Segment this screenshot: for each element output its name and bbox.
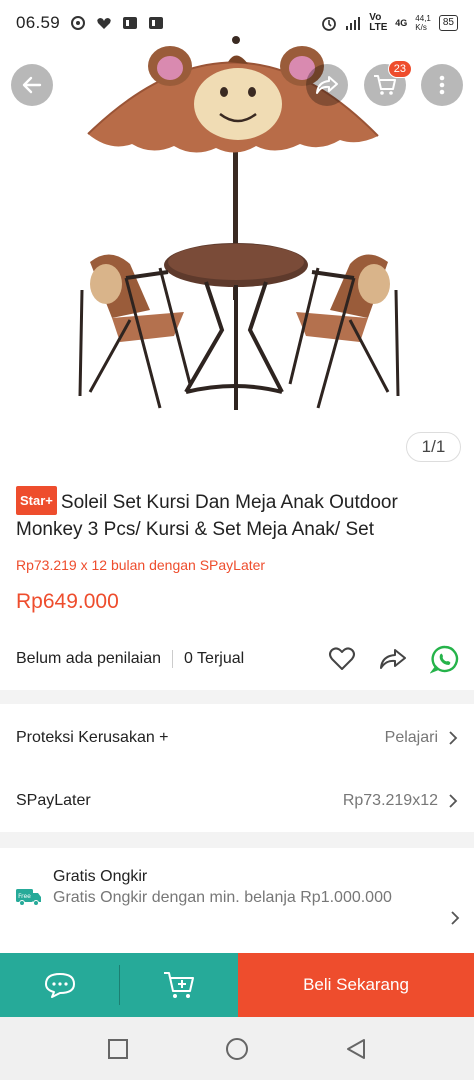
chat-notification-icon — [71, 16, 86, 30]
cart-button[interactable]: 23 — [364, 60, 412, 106]
section-divider — [0, 832, 474, 848]
spaylater-value: Rp73.219x12 — [342, 792, 438, 809]
share-product-icon[interactable] — [378, 646, 408, 672]
cart-count-badge: 23 — [387, 60, 412, 78]
home-icon[interactable] — [225, 1037, 249, 1061]
chat-icon — [44, 973, 75, 998]
back-button[interactable] — [11, 64, 53, 106]
battery-indicator: 85 — [438, 15, 458, 31]
chevron-right-icon — [449, 794, 458, 808]
status-bar: 06.59 Vo LTE 4G 44,1 K/s 85 — [0, 0, 474, 46]
section-divider — [0, 690, 474, 704]
protection-row[interactable]: Proteksi Kerusakan + Pelajari — [0, 707, 474, 769]
system-nav-bar — [0, 1017, 474, 1080]
bottom-action-bar: Beli Sekarang — [0, 953, 474, 1017]
heart-notification-icon — [97, 18, 111, 29]
signal-icon — [346, 17, 361, 30]
stats-divider — [172, 650, 173, 668]
chevron-right-icon — [451, 911, 460, 925]
arrow-left-icon — [22, 76, 42, 94]
more-vertical-icon — [439, 75, 445, 95]
star-plus-badge: Star+ — [16, 486, 57, 515]
spaylater-label: SPayLater — [16, 792, 91, 809]
protection-value: Pelajari — [384, 729, 438, 746]
network-speed: 44,1 K/s — [415, 14, 431, 32]
app-notification-icon-2 — [149, 17, 164, 29]
product-title: Soleil Set Kursi Dan Meja Anak Outdoor M… — [16, 492, 398, 540]
image-counter: 1/1 — [406, 432, 461, 462]
back-nav-icon[interactable] — [345, 1038, 367, 1060]
product-price: Rp649.000 — [16, 590, 119, 613]
free-shipping-truck-icon: Free — [16, 889, 41, 906]
chevron-right-icon — [449, 731, 458, 745]
share-icon — [316, 76, 338, 94]
signal-type: 4G — [395, 18, 408, 28]
paylater-installment[interactable]: Rp73.219 x 12 bulan dengan SPayLater — [16, 557, 460, 573]
whatsapp-icon[interactable] — [430, 644, 460, 674]
product-stats: Belum ada penilaian 0 Terjual — [16, 644, 460, 674]
shipping-row[interactable]: Free Gratis Ongkir Gratis Ongkir dengan … — [0, 848, 474, 952]
sold-count: 0 Terjual — [184, 650, 245, 667]
chat-button[interactable] — [0, 953, 119, 1017]
recent-apps-icon[interactable] — [107, 1038, 129, 1060]
product-info: Star+ Soleil Set Kursi Dan Meja Anak Outd… — [16, 486, 460, 614]
more-button[interactable] — [421, 64, 463, 106]
free-label: Free — [18, 893, 31, 900]
status-time: 06.59 — [16, 13, 61, 32]
app-notification-icon — [123, 17, 138, 29]
share-button[interactable] — [306, 64, 348, 106]
add-to-cart-button[interactable] — [120, 953, 238, 1017]
add-to-cart-icon — [164, 972, 194, 998]
alarm-icon — [322, 17, 337, 31]
rating-text: Belum ada penilaian — [16, 650, 161, 667]
buy-now-button[interactable]: Beli Sekarang — [238, 953, 474, 1017]
spaylater-row[interactable]: SPayLater Rp73.219x12 — [0, 770, 474, 832]
network-type: Vo LTE — [369, 12, 388, 33]
protection-label: Proteksi Kerusakan + — [16, 729, 169, 746]
shipping-detail: Gratis Ongkir dengan min. belanja Rp1.00… — [53, 889, 392, 906]
heart-icon[interactable] — [328, 646, 356, 672]
shipping-title: Gratis Ongkir — [53, 868, 148, 885]
product-title-block: Star+ Soleil Set Kursi Dan Meja Anak Outd… — [16, 486, 460, 543]
